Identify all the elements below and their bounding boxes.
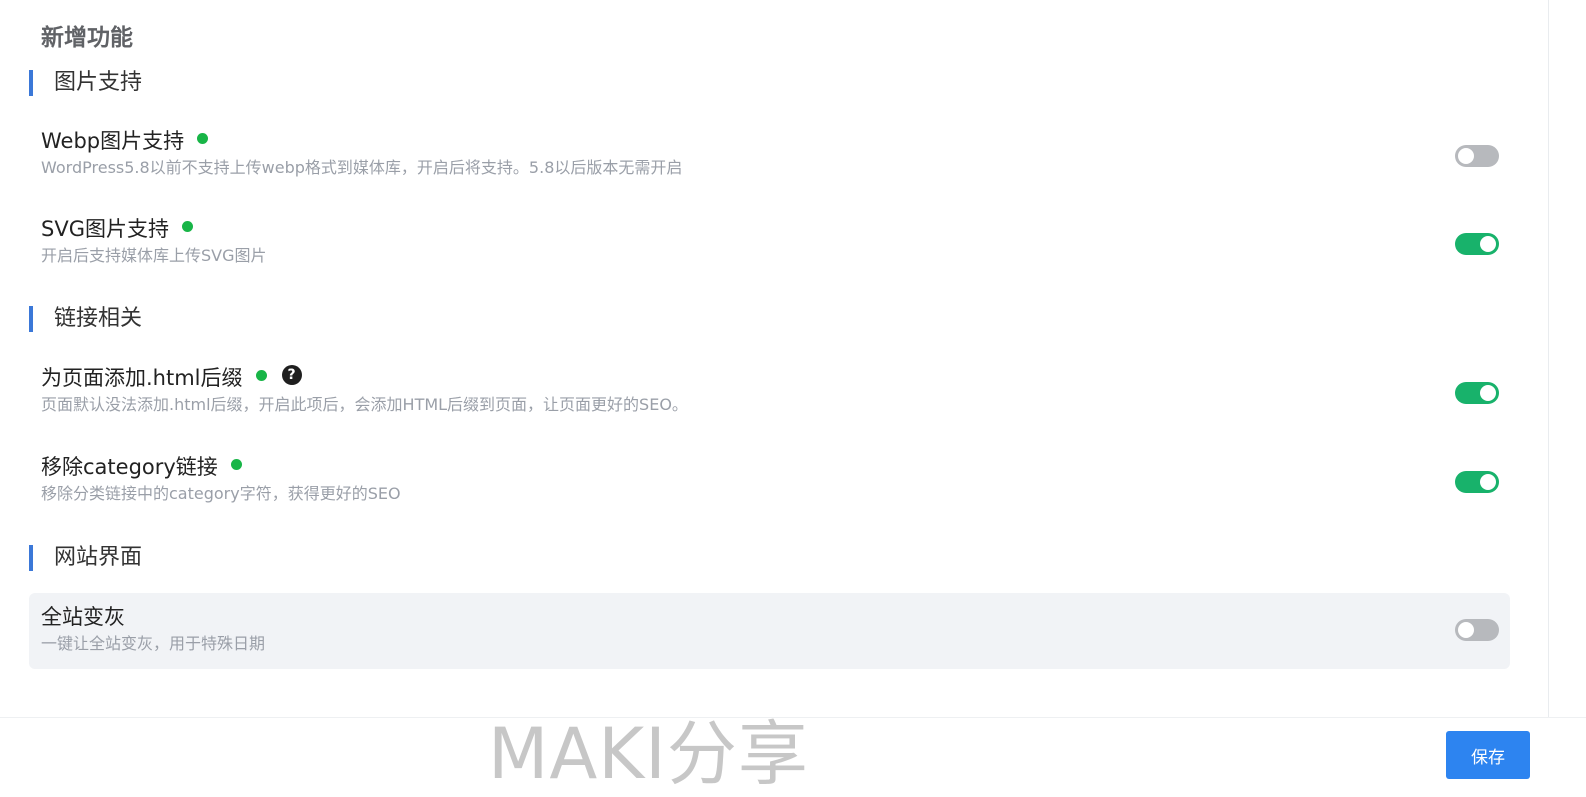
toggle-knob (1458, 148, 1474, 164)
setting-description: 页面默认没法添加.html后缀，开启此项后，会添加HTML后缀到页面，让页面更好… (41, 395, 688, 414)
setting-description: 一键让全站变灰，用于特殊日期 (41, 634, 266, 653)
status-dot-icon (181, 220, 193, 232)
setting-row-svg: SVG图片支持 开启后支持媒体库上传SVG图片 (29, 205, 1510, 281)
page-title: 新增功能 (41, 25, 133, 51)
section-title-site-interface: 网站界面 (29, 545, 142, 571)
section-title-link-related: 链接相关 (29, 306, 142, 332)
setting-description: WordPress5.8以前不支持上传webp格式到媒体库，开启后将支持。5.8… (41, 158, 683, 177)
setting-row-grayscale: 全站变灰 一键让全站变灰，用于特殊日期 (29, 593, 1510, 669)
setting-row-remove-category: 移除category链接 移除分类链接中的category字符，获得更好的SEO (29, 443, 1510, 519)
remove-category-toggle[interactable] (1455, 471, 1499, 493)
save-button[interactable]: 保存 (1446, 731, 1530, 779)
grayscale-toggle[interactable] (1455, 619, 1499, 641)
setting-row-html-suffix: 为页面添加.html后缀 ? 页面默认没法添加.html后缀，开启此项后，会添加… (29, 354, 1510, 430)
setting-title: 移除category链接 (41, 455, 218, 479)
setting-title: 全站变灰 (41, 605, 125, 629)
section-title-image-support: 图片支持 (29, 70, 142, 96)
watermark-text: MAKI分享 (488, 713, 809, 795)
setting-description: 开启后支持媒体库上传SVG图片 (41, 246, 267, 265)
status-dot-icon (197, 132, 209, 144)
question-circle-icon[interactable]: ? (281, 365, 302, 385)
toggle-knob (1480, 474, 1496, 490)
toggle-knob (1480, 385, 1496, 401)
status-dot-icon (255, 369, 267, 381)
setting-title: SVG图片支持 (41, 217, 169, 241)
html-suffix-toggle[interactable] (1455, 382, 1499, 404)
setting-title: Webp图片支持 (41, 129, 185, 153)
settings-page: 新增功能 图片支持 Webp图片支持 WordPress5.8以前不支持上传we… (0, 0, 1586, 797)
toggle-knob (1458, 622, 1474, 638)
content-divider (1548, 0, 1549, 718)
setting-row-webp: Webp图片支持 WordPress5.8以前不支持上传webp格式到媒体库，开… (29, 117, 1510, 193)
webp-support-toggle[interactable] (1455, 145, 1499, 167)
svg-support-toggle[interactable] (1455, 233, 1499, 255)
toggle-knob (1480, 236, 1496, 252)
status-dot-icon (230, 458, 242, 470)
setting-description: 移除分类链接中的category字符，获得更好的SEO (41, 484, 401, 503)
setting-title: 为页面添加.html后缀 (41, 366, 243, 390)
